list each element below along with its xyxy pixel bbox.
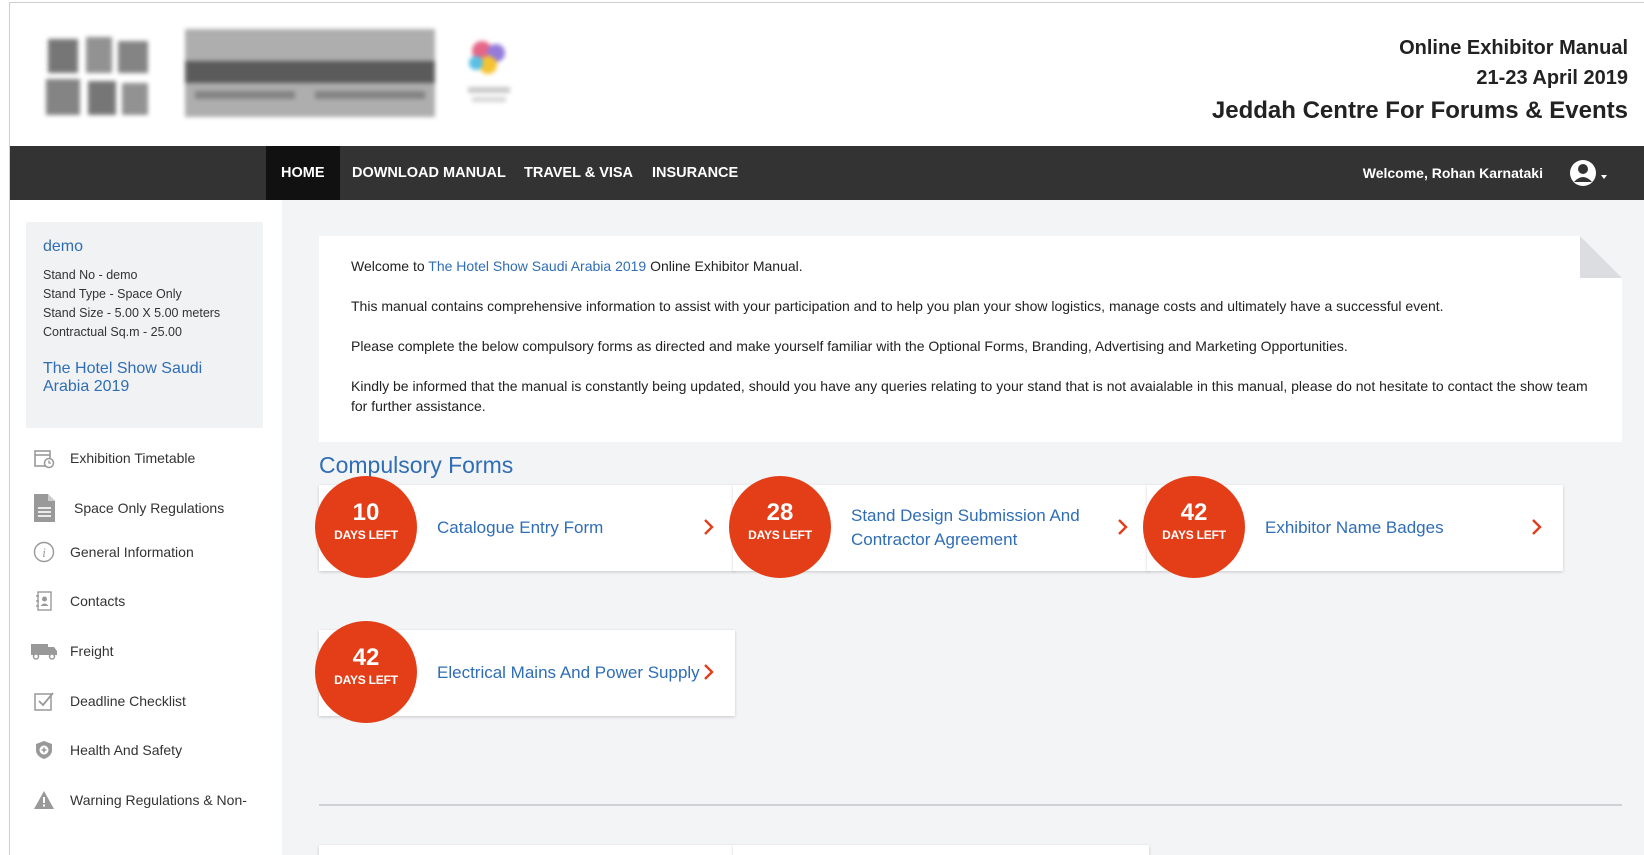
days-left-badge: 28 DAYS LEFT xyxy=(729,476,831,578)
form-card-catalogue-entry[interactable]: 10 DAYS LEFT Catalogue Entry Form xyxy=(315,476,735,578)
sidebar-item-label: Exhibition Timetable xyxy=(70,450,196,466)
profile-card: demo Stand No - demo Stand Type - Space … xyxy=(26,222,263,428)
svg-text:i: i xyxy=(42,545,46,560)
checkbox-icon xyxy=(30,687,58,715)
intro-paragraph-3: Please complete the below compulsory for… xyxy=(351,338,1348,354)
intro-panel: Welcome to The Hotel Show Saudi Arabia 2… xyxy=(319,236,1622,442)
chevron-right-icon xyxy=(1532,519,1542,535)
stone-surface-logo xyxy=(185,29,435,117)
truck-icon xyxy=(30,637,58,665)
top-navigation: HOME DOWNLOAD MANUAL TRAVEL & VISA INSUR… xyxy=(10,146,1644,200)
sidebar-item-warning-regulations[interactable]: Warning Regulations & Non- xyxy=(30,784,247,816)
stand-type: Stand Type - Space Only xyxy=(43,287,182,301)
form-title: Electrical Mains And Power Supply xyxy=(437,663,700,682)
sidebar-item-deadline-checklist[interactable]: Deadline Checklist xyxy=(30,685,186,717)
intro-welcome-suffix: Online Exhibitor Manual. xyxy=(646,258,803,274)
sidebar-item-label: Health And Safety xyxy=(70,742,183,758)
shield-plus-icon xyxy=(30,736,58,764)
page-curl-decoration xyxy=(1580,236,1622,278)
form-card-electrical-mains[interactable]: 42 DAYS LEFT Electrical Mains And Power … xyxy=(315,621,735,723)
intro-welcome-prefix: Welcome to xyxy=(351,258,429,274)
sidebar-item-label: General Information xyxy=(70,544,194,560)
sidebar-item-exhibition-timetable[interactable]: Exhibition Timetable xyxy=(30,442,195,474)
profile-name: demo xyxy=(43,238,84,255)
contractual-sqm: Contractual Sq.m - 25.00 xyxy=(43,325,182,339)
sidebar-item-health-and-safety[interactable]: Health And Safety xyxy=(30,734,182,766)
sidebar-item-label: Space Only Regulations xyxy=(74,500,225,516)
event-venue: Jeddah Centre For Forums & Events xyxy=(1211,97,1628,124)
days-left-number: 28 xyxy=(766,499,794,526)
nav-insurance[interactable]: INSURANCE xyxy=(637,146,753,200)
event-info: Online Exhibitor Manual 21-23 April 2019… xyxy=(1212,33,1628,129)
warning-icon xyxy=(30,786,58,814)
sidebar-item-label: Warning Regulations & Non- xyxy=(70,792,247,808)
days-left-label: DAYS LEFT xyxy=(334,673,398,687)
welcome-text: Welcome, Rohan Karnataki xyxy=(1362,165,1543,181)
sidebar-item-contacts[interactable]: Contacts xyxy=(30,585,125,617)
stand-number: Stand No - demo xyxy=(43,268,138,282)
info-icon: i xyxy=(30,538,58,566)
stand-size: Stand Size - 5.00 X 5.00 meters xyxy=(43,306,221,320)
sidebar-item-label: Freight xyxy=(70,643,114,659)
sidebar: demo Stand No - demo Stand Type - Space … xyxy=(10,200,282,855)
days-left-number: 42 xyxy=(1180,499,1208,526)
nav-travel-visa[interactable]: TRAVEL & VISA xyxy=(509,146,648,200)
chevron-right-icon xyxy=(1118,519,1128,535)
days-left-badge: 10 DAYS LEFT xyxy=(315,476,417,578)
calendar-clock-icon xyxy=(30,444,58,472)
intro-welcome: Welcome to The Hotel Show Saudi Arabia 2… xyxy=(351,256,1590,276)
nav-download-manual[interactable]: DOWNLOAD MANUAL xyxy=(337,146,521,200)
days-left-label: DAYS LEFT xyxy=(334,528,398,542)
sidebar-item-label: Deadline Checklist xyxy=(70,693,186,709)
form-card-stand-design[interactable]: 28 DAYS LEFT Stand Design Submission And… xyxy=(729,476,1149,578)
days-left-badge: 42 DAYS LEFT xyxy=(315,621,417,723)
chevron-right-icon xyxy=(704,519,714,535)
event-dates: 21-23 April 2019 xyxy=(1476,67,1628,89)
intro-paragraph-4: Kindly be informed that the manual is co… xyxy=(351,378,1588,414)
event-link[interactable]: The Hotel Show Saudi Arabia 2019 xyxy=(428,258,646,274)
profile-event[interactable]: The Hotel Show Saudi Arabia 2019 xyxy=(43,360,246,396)
sidebar-item-space-only-regulations[interactable]: Space Only Regulations xyxy=(30,492,224,524)
intro-paragraph-2: This manual contains comprehensive infor… xyxy=(351,298,1444,314)
nav-home[interactable]: HOME xyxy=(266,146,340,200)
section-divider xyxy=(319,804,1622,806)
sidebar-item-freight[interactable]: Freight xyxy=(30,635,114,667)
form-card-partial[interactable] xyxy=(319,845,735,855)
form-title: Exhibitor Name Badges xyxy=(1265,518,1444,537)
sidebar-item-general-information[interactable]: i General Information xyxy=(30,536,194,568)
manual-title: Online Exhibitor Manual xyxy=(1399,37,1628,59)
chevron-down-icon xyxy=(1601,175,1607,179)
form-card-partial[interactable] xyxy=(733,845,1149,855)
days-left-label: DAYS LEFT xyxy=(748,528,812,542)
contact-book-icon xyxy=(30,587,58,615)
days-left-number: 42 xyxy=(352,644,380,671)
hotel-show-logo xyxy=(46,37,148,115)
app-window: Online Exhibitor Manual 21-23 April 2019… xyxy=(9,2,1644,855)
user-avatar-icon xyxy=(1570,160,1607,186)
days-left-badge: 42 DAYS LEFT xyxy=(1143,476,1245,578)
form-title: Stand Design Submission And Contractor A… xyxy=(851,506,1080,549)
header: Online Exhibitor Manual 21-23 April 2019… xyxy=(10,3,1644,146)
main-content: Welcome to The Hotel Show Saudi Arabia 2… xyxy=(282,200,1644,855)
user-menu-button[interactable] xyxy=(1568,158,1612,188)
days-left-number: 10 xyxy=(352,499,380,526)
form-title: Catalogue Entry Form xyxy=(437,518,604,537)
days-left-label: DAYS LEFT xyxy=(1162,528,1226,542)
document-icon xyxy=(30,494,58,522)
partner-logo xyxy=(468,41,510,102)
compulsory-forms-title: Compulsory Forms xyxy=(319,452,514,478)
form-card-exhibitor-badges[interactable]: 42 DAYS LEFT Exhibitor Name Badges xyxy=(1143,476,1563,578)
sidebar-item-label: Contacts xyxy=(70,593,126,609)
chevron-right-icon xyxy=(704,664,714,680)
